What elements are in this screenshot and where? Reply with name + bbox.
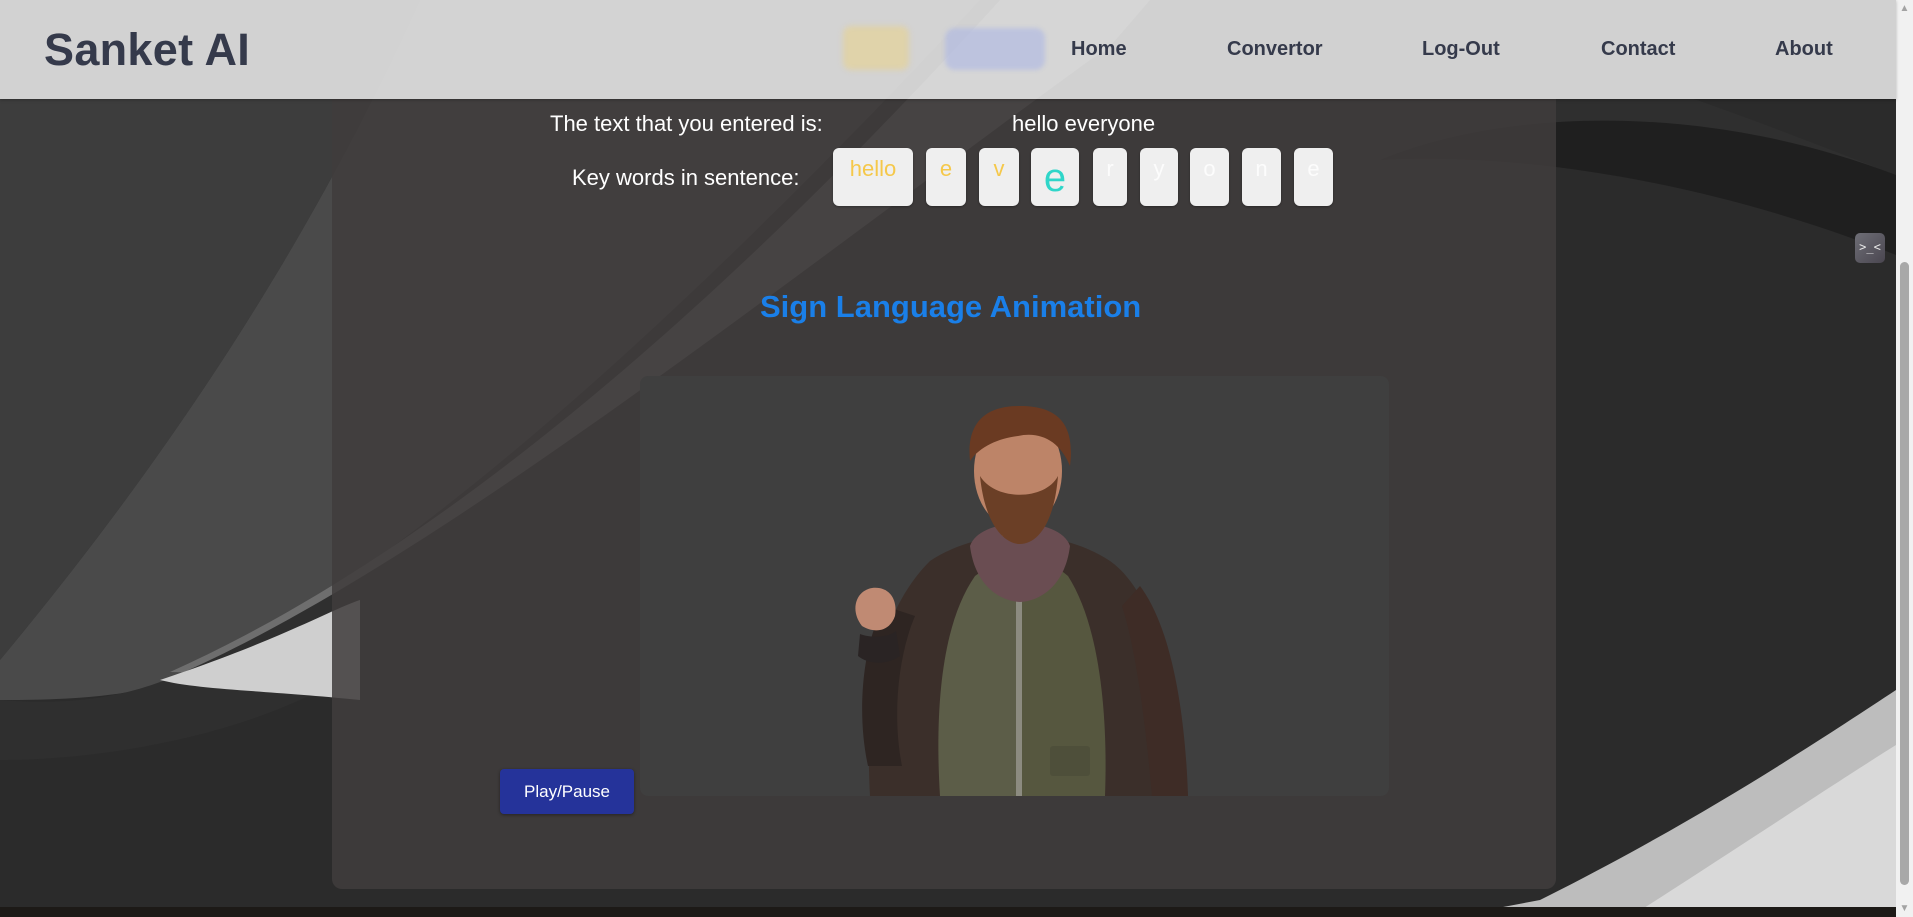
- extension-icon[interactable]: >_<: [1855, 233, 1885, 263]
- bottom-edge-strip: [0, 907, 1896, 917]
- animation-viewport[interactable]: [640, 376, 1389, 796]
- keywords-label: Key words in sentence:: [572, 165, 800, 190]
- keyword-chip: e: [1294, 148, 1333, 206]
- nav-convertor-link[interactable]: Convertor: [1227, 38, 1323, 61]
- keyword-chip: y: [1140, 148, 1178, 206]
- site-logo[interactable]: Sanket AI: [44, 24, 250, 76]
- nav-contact-link[interactable]: Contact: [1601, 38, 1675, 61]
- keyword-chip: o: [1190, 148, 1229, 206]
- keyword-chip-active: e: [1031, 148, 1079, 206]
- scrollbar-thumb[interactable]: [1900, 262, 1909, 885]
- nav-logout-link[interactable]: Log-Out: [1422, 38, 1500, 61]
- animation-title: Sign Language Animation: [760, 289, 1142, 324]
- vertical-scrollbar[interactable]: ▲ ▼: [1896, 0, 1913, 917]
- nav-home-link[interactable]: Home: [1071, 38, 1127, 61]
- scroll-down-arrow-icon[interactable]: ▼: [1896, 900, 1913, 917]
- keyword-chip: r: [1093, 148, 1127, 206]
- keyword-chip: e: [926, 148, 966, 206]
- blurred-yellow-badge: [843, 26, 909, 70]
- entered-text-label: The text that you entered is:: [550, 111, 823, 136]
- keyword-chip: hello: [833, 148, 913, 206]
- entered-text-value: hello everyone: [1012, 111, 1156, 136]
- keyword-chip: n: [1242, 148, 1281, 206]
- keyword-chip: v: [979, 148, 1019, 206]
- top-navbar: Sanket AI Home Convertor Log-Out Contact…: [0, 0, 1896, 99]
- blurred-blue-button: [945, 28, 1045, 70]
- nav-about-link[interactable]: About: [1775, 38, 1833, 61]
- avatar-figure: [855, 406, 1188, 796]
- play-pause-button[interactable]: Play/Pause: [500, 769, 634, 814]
- scroll-up-arrow-icon[interactable]: ▲: [1896, 0, 1913, 17]
